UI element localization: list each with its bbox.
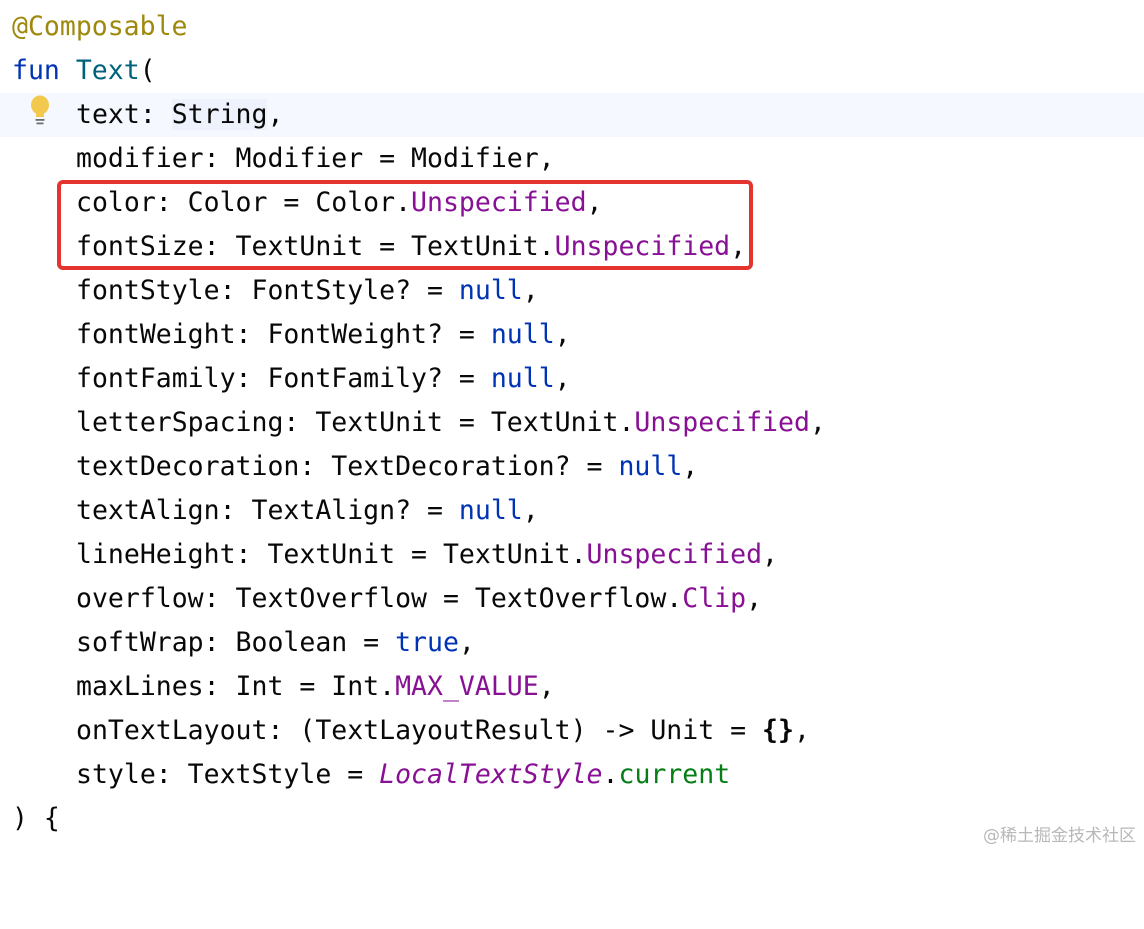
fontfamily-param-text: fontFamily: FontFamily? = null, (76, 357, 571, 401)
code-line-style-param[interactable]: style: TextStyle = LocalTextStyle.curren… (0, 753, 1144, 797)
code-token: true (395, 627, 459, 658)
code-token: null (490, 363, 555, 394)
code-token: text: (76, 99, 172, 130)
style-param-text: style: TextStyle = LocalTextStyle.curren… (76, 753, 730, 797)
code-token: null (458, 495, 523, 526)
code-token: fontWeight: FontWeight? = (76, 319, 491, 350)
code-line-annotation[interactable]: @Composable (0, 5, 1144, 49)
code-token: current (618, 759, 731, 790)
ontextlayout-param-text: onTextLayout: (TextLayoutResult) -> Unit… (76, 709, 810, 753)
fontstyle-param-text: fontStyle: FontStyle? = null, (76, 269, 539, 313)
modifier-param-text: modifier: Modifier = Modifier, (76, 137, 555, 181)
code-line-closing[interactable]: ) { (0, 797, 1144, 841)
code-token: softWrap: Boolean = (76, 627, 396, 658)
code-line-softwrap-param[interactable]: softWrap: Boolean = true, (0, 621, 1144, 665)
code-token: LocalTextStyle (379, 759, 603, 790)
code-token: modifier: Modifier = Modifier, (76, 143, 555, 174)
code-line-signature[interactable]: fun Text( (0, 49, 1144, 93)
code-token: lineHeight: TextUnit = TextUnit. (76, 539, 587, 570)
code-token: fontFamily: FontFamily? = (76, 363, 491, 394)
softwrap-param-text: softWrap: Boolean = true, (76, 621, 475, 665)
fontweight-param-text: fontWeight: FontWeight? = null, (76, 313, 571, 357)
maxlines-param-text: maxLines: Int = Int.MAX_VALUE, (76, 665, 555, 709)
annotation-text: @Composable (12, 11, 188, 42)
code-line-fontweight-param[interactable]: fontWeight: FontWeight? = null, (0, 313, 1144, 357)
code-token: , (746, 583, 763, 614)
code-editor[interactable]: @Composable fun Text( text: String, modif… (0, 0, 1144, 852)
code-token: null (458, 275, 523, 306)
text-param-text: text: String, (76, 93, 283, 137)
overflow-param-text: overflow: TextOverflow = TextOverflow.Cl… (76, 577, 762, 621)
code-token: Unspecified (634, 407, 810, 438)
signature-text: fun Text( (12, 49, 156, 93)
open-paren: ( (139, 55, 156, 86)
code-token: , (267, 99, 284, 130)
fun-keyword: fun (12, 55, 60, 86)
code-token: , (538, 671, 555, 702)
code-token: Unspecified (586, 539, 763, 570)
code-token: , (682, 451, 699, 482)
code-token: . (602, 759, 619, 790)
code-token: , (809, 407, 826, 438)
code-line-textdecoration-param[interactable]: textDecoration: TextDecoration? = null, (0, 445, 1144, 489)
code-token: , (522, 495, 539, 526)
code-token: letterSpacing: TextUnit = TextUnit. (76, 407, 635, 438)
textalign-param-text: textAlign: TextAlign? = null, (76, 489, 539, 533)
code-line-text-param[interactable]: text: String, (0, 93, 1144, 137)
code-token: , (793, 715, 810, 746)
watermark: @稀土掘金技术社区 (983, 826, 1136, 846)
code-token: fontStyle: FontStyle? = (76, 275, 459, 306)
code-line-fontfamily-param[interactable]: fontFamily: FontFamily? = null, (0, 357, 1144, 401)
code-line-overflow-param[interactable]: overflow: TextOverflow = TextOverflow.Cl… (0, 577, 1144, 621)
code-token: textAlign: TextAlign? = (76, 495, 459, 526)
textdecoration-param-text: textDecoration: TextDecoration? = null, (76, 445, 698, 489)
function-name: Text (75, 55, 140, 86)
code-token: , (762, 539, 779, 570)
code-token: null (618, 451, 683, 482)
code-line-maxlines-param[interactable]: maxLines: Int = Int.MAX_VALUE, (0, 665, 1144, 709)
code-token: onTextLayout: (TextLayoutResult) -> Unit… (76, 715, 763, 746)
code-line-lineheight-param[interactable]: lineHeight: TextUnit = TextUnit.Unspecif… (0, 533, 1144, 577)
code-token: style: TextStyle = (76, 759, 380, 790)
code-token: String (171, 99, 268, 130)
code-token: maxLines: Int = Int. (76, 671, 396, 702)
code-token: {} (762, 715, 794, 746)
code-line-modifier-param[interactable]: modifier: Modifier = Modifier, (0, 137, 1144, 181)
code-line-textalign-param[interactable]: textAlign: TextAlign? = null, (0, 489, 1144, 533)
lineheight-param-text: lineHeight: TextUnit = TextUnit.Unspecif… (76, 533, 778, 577)
code-line-ontextlayout-param[interactable]: onTextLayout: (TextLayoutResult) -> Unit… (0, 709, 1144, 753)
letterspacing-param-text: letterSpacing: TextUnit = TextUnit.Unspe… (76, 401, 826, 445)
code-token: , (458, 627, 475, 658)
code-line-fontstyle-param[interactable]: fontStyle: FontStyle? = null, (0, 269, 1144, 313)
code-token: , (522, 275, 539, 306)
code-token: MAX_VALUE (395, 671, 539, 702)
code-token: , (554, 363, 571, 394)
code-token: Clip (682, 583, 747, 614)
code-token: overflow: TextOverflow = TextOverflow. (76, 583, 683, 614)
code-token: null (490, 319, 555, 350)
code-token: textDecoration: TextDecoration? = (76, 451, 619, 482)
closing-text: ) { (12, 803, 60, 834)
lightbulb-icon[interactable] (28, 95, 52, 127)
code-line-letterspacing-param[interactable]: letterSpacing: TextUnit = TextUnit.Unspe… (0, 401, 1144, 445)
highlight-annotation-box (57, 180, 753, 270)
code-token: , (554, 319, 571, 350)
